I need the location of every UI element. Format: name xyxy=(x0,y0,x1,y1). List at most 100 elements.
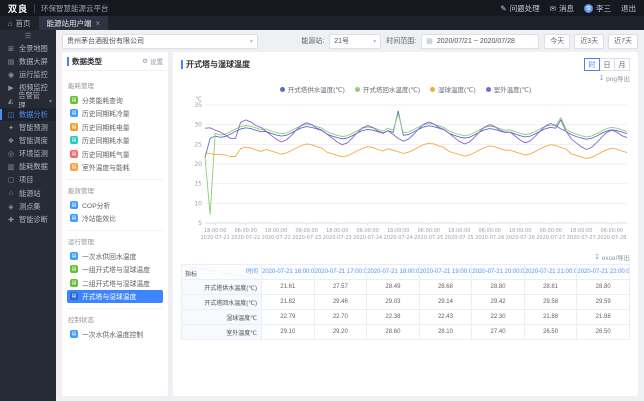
tree-item[interactable]: ▤ 历史同期耗水量 xyxy=(67,134,163,148)
svg-text:2020-07-25: 2020-07-25 xyxy=(414,235,443,241)
company-select[interactable]: 贵州茅台酒股份有限公司 ▾ xyxy=(62,33,258,49)
data-type-tree: 能耗管理 ▤ 分类能耗查询 ▤ 历史同期耗冷量 ▤ 历史同期耗电量 ▤ 历史同期耗水量 ▤ 历史同期… xyxy=(62,71,168,345)
legend-item[interactable]: 开式塔供水温度(℃) xyxy=(279,84,345,94)
section-divider xyxy=(67,308,163,309)
tab-日[interactable]: 日 xyxy=(599,58,615,71)
line-chart[interactable]: 5101520253035℃18:00:002020-07-2106:00:00… xyxy=(181,95,633,245)
station-icon: ⌂ xyxy=(8,190,14,198)
legend-item[interactable]: 开式塔回水温度(℃) xyxy=(354,84,420,94)
tree-item[interactable]: ▤ 一组开式塔与湿球温度 xyxy=(67,263,163,277)
tree-item-icon: ▤ xyxy=(70,163,78,172)
svg-text:2020-07-23: 2020-07-23 xyxy=(323,235,352,241)
svg-text:℃: ℃ xyxy=(195,96,202,103)
quick-range-button[interactable]: 近7天 xyxy=(608,33,638,49)
data-type-panel: 数据类型 ⚙ 设置 能耗管理 ▤ 分类能耗查询 ▤ 历史同期耗冷量 ▤ 历史同期耗电量 ▤ 历史… xyxy=(62,52,168,396)
quick-range-button[interactable]: 近3天 xyxy=(574,33,605,49)
tree-item-icon: ▤ xyxy=(70,136,78,145)
table-header-row: 时间 指标 2020-07-21 16:00:00 2020-07-21 17:00:… xyxy=(181,264,630,280)
tree-item[interactable]: ▤ 分类能耗查询 xyxy=(67,93,163,107)
legend-item[interactable]: 湿球温度(℃) xyxy=(430,84,476,94)
legend-dot xyxy=(279,86,285,92)
sidebar-collapse-button[interactable]: ☰ xyxy=(0,30,56,42)
section-divider xyxy=(67,230,163,231)
tree-item[interactable]: ▤ 开式塔与湿球温度 xyxy=(67,289,163,303)
tree-item[interactable]: ▤ 室外温度与能耗 xyxy=(67,161,163,175)
logout-button[interactable]: 退出 xyxy=(621,3,636,14)
sidebar-item-dashboard[interactable]: ▤ 数据大屏 xyxy=(0,55,56,68)
sidebar-item-label: 全景地图 xyxy=(19,43,48,53)
settings-button[interactable]: ⚙ 设置 xyxy=(142,56,163,66)
table-cell: 28.10 xyxy=(418,324,473,340)
tree-item[interactable]: ▤ 一次水供回水温度 xyxy=(67,249,163,263)
chart-legend: 开式塔供水温度(℃) 开式塔回水温度(℃) 湿球温度(℃) 室外温度(℃) xyxy=(181,84,630,94)
home-label: 首页 xyxy=(15,18,31,28)
tree-item[interactable]: ▤ COP分析 xyxy=(67,198,163,212)
tree-item[interactable]: ▤ 历史同期耗冷量 xyxy=(67,107,163,121)
tree-item-icon: ▤ xyxy=(70,251,78,260)
sidebar-item-label: 智能调度 xyxy=(19,135,48,145)
sidebar-item-environment[interactable]: ◎ 环境监测 xyxy=(0,148,56,161)
svg-text:2020-07-23: 2020-07-23 xyxy=(292,235,321,241)
excel-export-button[interactable]: ↧ excel导出 xyxy=(594,252,630,262)
settings-label: 设置 xyxy=(150,59,163,66)
project-icon: ▢ xyxy=(7,177,15,185)
data-type-header: 数据类型 ⚙ 设置 xyxy=(62,52,168,71)
tab-月[interactable]: 月 xyxy=(614,58,630,71)
sidebar-item-station[interactable]: ⌂ 能源站 xyxy=(0,187,56,200)
tab-时[interactable]: 时 xyxy=(584,58,600,71)
tree-item-icon: ▤ xyxy=(70,214,78,223)
tab-energy-station-client[interactable]: 能源站用户端 × xyxy=(38,16,109,30)
table-row: 开式塔回水温度(℃) 21.82 29.46 29.03 29.14 29.42 29.58… xyxy=(181,294,630,310)
tree-item[interactable]: ▤ 历史同期耗电量 xyxy=(67,120,163,134)
svg-text:2020-07-26: 2020-07-26 xyxy=(475,235,504,241)
sidebar-item-monitor[interactable]: ◉ 运行监控 xyxy=(0,68,56,81)
legend-label: 湿球温度(℃) xyxy=(438,87,476,94)
sidebar-item-analysis[interactable]: ◫ 数据分析 xyxy=(0,107,56,122)
tree-item-label: 历史同期耗水量 xyxy=(82,138,130,146)
tree-item[interactable]: ▤ 二组开式塔与湿球温度 xyxy=(67,276,163,290)
svg-text:10: 10 xyxy=(194,200,202,207)
sidebar-item-label: 智能预测 xyxy=(19,122,48,132)
svg-text:18:00:00: 18:00:00 xyxy=(265,228,287,234)
sidebar-item-forecast[interactable]: ✦ 智能预测 xyxy=(0,121,56,134)
svg-text:2020-07-28: 2020-07-28 xyxy=(597,235,626,241)
window-tab-bar: ⌂ 首页 能源站用户端 × xyxy=(0,16,644,30)
tree-item-label: 二组开式塔与湿球温度 xyxy=(82,280,150,288)
download-icon: ↧ xyxy=(594,254,600,261)
tree-item[interactable]: ▤ 历史同期耗气量 xyxy=(67,147,163,161)
map-icon: ⊞ xyxy=(8,45,14,53)
quick-range-buttons: 今天 近3天 近7天 xyxy=(544,33,638,49)
excel-export-label: excel导出 xyxy=(601,255,630,262)
sidebar-item-points[interactable]: ◈ 测点集 xyxy=(0,200,56,213)
tree-item-label: 历史同期耗电量 xyxy=(82,124,130,132)
png-export-button[interactable]: ↧ png导出 xyxy=(599,73,630,83)
table-cell: 22.30 xyxy=(471,309,525,325)
sidebar-menu: ⊞ 全景地图 ▤ 数据大屏 ◉ 运行监控 ▶ 视频监控 ◭ 告警管理 ▾ ◫ 数据分析 ✦ 智能预测 ❖ 智能调… xyxy=(0,42,56,227)
home-button[interactable]: ⌂ 首页 xyxy=(0,16,39,30)
tree-item[interactable]: ▤ 一次水供水温度控制 xyxy=(67,327,163,341)
svg-text:18:00:00: 18:00:00 xyxy=(509,228,531,234)
sidebar-item-label: 数据大屏 xyxy=(19,56,48,66)
quick-range-button[interactable]: 今天 xyxy=(544,33,571,49)
collapse-icon: ☰ xyxy=(24,33,32,40)
messages-button[interactable]: ✉ 消息 xyxy=(550,3,574,14)
svg-text:20: 20 xyxy=(194,161,202,168)
close-icon[interactable]: × xyxy=(96,19,101,28)
user-menu[interactable]: 李 李三 xyxy=(584,3,611,14)
legend-dot xyxy=(485,86,491,92)
tree-item[interactable]: ▤ 冷站能效比 xyxy=(67,212,163,226)
date-range-picker[interactable]: ▦ 2020/07/21 ~ 2020/07/28 xyxy=(421,33,540,49)
sidebar-item-alarm[interactable]: ◭ 告警管理 ▾ xyxy=(0,91,56,110)
sidebar-item-energy-data[interactable]: ▥ 能耗数据 xyxy=(0,161,56,174)
svg-text:15: 15 xyxy=(194,181,202,188)
sidebar-item-map[interactable]: ⊞ 全景地图 xyxy=(0,42,56,55)
legend-item[interactable]: 室外温度(℃) xyxy=(485,84,531,94)
issues-button[interactable]: ✎ 问题处理 xyxy=(500,3,539,14)
sidebar-item-project[interactable]: ▢ 项目 xyxy=(0,174,56,187)
table-cell: 22.79 xyxy=(261,309,315,325)
sidebar-item-dispatch[interactable]: ❖ 智能调度 xyxy=(0,134,56,147)
table-cell: 29.58 xyxy=(523,294,578,310)
tree-item-icon: ▤ xyxy=(70,329,78,338)
station-select[interactable]: 21号 ▾ xyxy=(329,33,382,49)
sidebar-item-diagnosis[interactable]: ✚ 智能诊断 xyxy=(0,213,56,226)
